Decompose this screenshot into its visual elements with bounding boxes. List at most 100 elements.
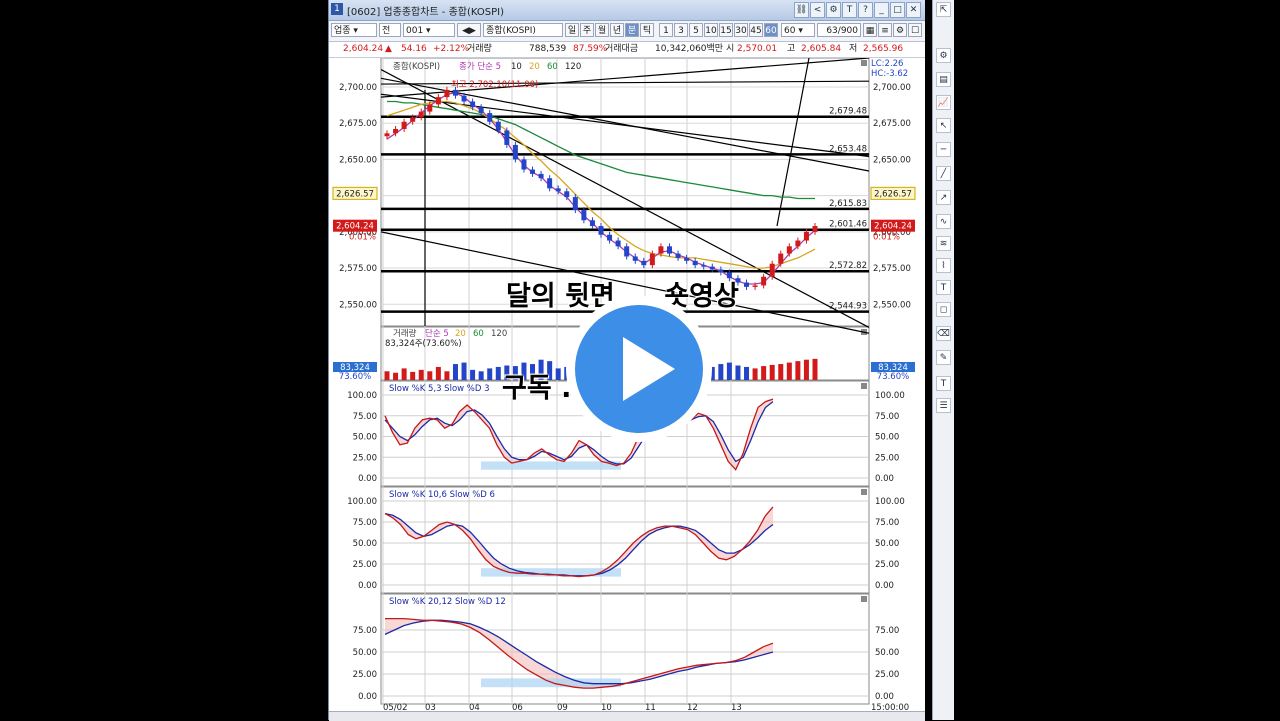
minute-15[interactable]: 15 bbox=[719, 23, 733, 37]
y-tick-label: 2,675.00 bbox=[339, 119, 377, 129]
candle-body bbox=[555, 188, 561, 192]
ma-legend-item: 120 bbox=[565, 62, 581, 72]
period-day[interactable]: 일 bbox=[565, 23, 579, 37]
volume-bar bbox=[718, 364, 724, 380]
minute-select-value: 60 bbox=[784, 26, 796, 36]
minute-10[interactable]: 10 bbox=[704, 23, 718, 37]
volume-bar bbox=[761, 366, 767, 380]
prev-button[interactable]: < bbox=[810, 2, 825, 18]
period-tick[interactable]: 틱 bbox=[640, 23, 654, 37]
period-year[interactable]: 년 bbox=[610, 23, 624, 37]
candle-body bbox=[607, 234, 613, 241]
zoom-icon[interactable]: ⚙ bbox=[936, 48, 951, 63]
eraser-icon[interactable]: ⌫ bbox=[936, 326, 951, 341]
volume-bar bbox=[803, 359, 809, 380]
minute-30[interactable]: 30 bbox=[734, 23, 748, 37]
minute-1[interactable]: 1 bbox=[659, 23, 673, 37]
help-button[interactable]: ? bbox=[858, 2, 873, 18]
trendline-icon[interactable]: ╱ bbox=[936, 166, 951, 181]
candle-body bbox=[547, 178, 553, 189]
quote-change-pct: +2.12% bbox=[433, 44, 470, 54]
lc-label: LC:2.26 bbox=[871, 59, 903, 69]
grid-icon[interactable]: ▦ bbox=[863, 23, 877, 37]
candle-body bbox=[384, 133, 390, 137]
code-mode-select[interactable]: 전 bbox=[379, 23, 401, 37]
hline-icon[interactable]: ─ bbox=[936, 142, 951, 157]
osc-y-tick: 50.00 bbox=[353, 648, 377, 658]
text-tool-side-icon[interactable]: T bbox=[936, 376, 951, 391]
period-week[interactable]: 주 bbox=[580, 23, 594, 37]
minute-45[interactable]: 45 bbox=[749, 23, 763, 37]
candle-body bbox=[812, 226, 818, 232]
close-icon[interactable]: ✕ bbox=[906, 2, 921, 18]
quote-low: 2,565.96 bbox=[863, 44, 904, 54]
quote-volume-pct: 87.59% bbox=[573, 44, 608, 54]
candle-body bbox=[393, 128, 399, 134]
play-button[interactable] bbox=[566, 296, 712, 442]
volume-bar bbox=[401, 368, 407, 380]
settings-gear-icon[interactable]: ⚙ bbox=[893, 23, 907, 37]
code-input[interactable]: 001 ▾ bbox=[403, 23, 455, 37]
title-bar[interactable]: 1 [0602] 업종종합차트 - 종합(KOSPI) ⛓ < ⚙ T ? _ … bbox=[329, 0, 925, 21]
candle-body bbox=[572, 197, 578, 211]
volume-bar bbox=[726, 362, 732, 380]
play-circle bbox=[575, 305, 703, 433]
period-minute[interactable]: 분 bbox=[625, 23, 639, 37]
candle-body bbox=[470, 101, 476, 108]
list-side-icon[interactable]: ☰ bbox=[936, 398, 951, 413]
type-select[interactable]: 업종 ▾ bbox=[331, 23, 377, 37]
pointer-icon[interactable]: ↖ bbox=[936, 118, 951, 133]
panel-toggle-icon bbox=[861, 596, 867, 602]
ma-legend-item: 10 bbox=[511, 62, 522, 72]
osc-y-tick-right: 25.00 bbox=[875, 670, 899, 680]
name-select[interactable]: 종합(KOSPI) bbox=[483, 23, 563, 37]
ray-icon[interactable]: ↗ bbox=[936, 190, 951, 205]
text-icon[interactable]: T bbox=[936, 280, 951, 295]
minute-3[interactable]: 3 bbox=[674, 23, 688, 37]
channel-icon[interactable]: ≋ bbox=[936, 236, 951, 251]
period-month[interactable]: 월 bbox=[595, 23, 609, 37]
osc-y-tick: 0.00 bbox=[358, 692, 377, 702]
minute-5[interactable]: 5 bbox=[689, 23, 703, 37]
osc-y-tick-right: 100.00 bbox=[875, 391, 905, 401]
fib-icon[interactable]: ⌇ bbox=[936, 258, 951, 273]
window-number-icon: 1 bbox=[331, 3, 343, 15]
y-tick-label-right: 2,575.00 bbox=[873, 264, 911, 274]
link-icon[interactable]: ⛓ bbox=[794, 2, 809, 18]
osc-y-tick-right: 100.00 bbox=[875, 497, 905, 507]
osc-legend: Slow %K 10,6 Slow %D 6 bbox=[389, 490, 495, 500]
osc-y-tick: 100.00 bbox=[347, 497, 377, 507]
candle-body bbox=[778, 253, 784, 264]
candle-body bbox=[666, 246, 672, 254]
quote-change: 54.16 bbox=[401, 44, 427, 54]
maximize-icon[interactable]: □ bbox=[890, 2, 905, 18]
list-icon[interactable]: ≡ bbox=[878, 23, 892, 37]
chart-icon[interactable]: 📈 bbox=[936, 95, 951, 110]
cursor-icon[interactable]: ⇱ bbox=[936, 2, 951, 17]
text-tool-icon[interactable]: T bbox=[842, 2, 857, 18]
volume-label: 83,324주(73.60%) bbox=[385, 339, 462, 349]
wave-icon[interactable]: ∿ bbox=[936, 214, 951, 229]
window-title: [0602] 업종종합차트 - 종합(KOSPI) bbox=[347, 7, 505, 18]
pen-icon[interactable]: ✎ bbox=[936, 350, 951, 365]
count-input[interactable]: 63/900 bbox=[817, 23, 861, 37]
fit-icon[interactable]: ▤ bbox=[936, 72, 951, 87]
ma-legend-item: 20 bbox=[529, 62, 540, 72]
osc-y-tick: 75.00 bbox=[353, 412, 377, 422]
minute-60[interactable]: 60 bbox=[764, 23, 778, 37]
osc-y-tick: 25.00 bbox=[353, 453, 377, 463]
arrow-buttons[interactable]: ◀▶ bbox=[457, 23, 481, 37]
shape-icon[interactable]: ◻ bbox=[936, 302, 951, 317]
volume-bar bbox=[795, 361, 801, 380]
minimize-icon[interactable]: _ bbox=[874, 2, 889, 18]
candle-body bbox=[495, 121, 501, 131]
checkbox-icon[interactable]: ☐ bbox=[908, 23, 922, 37]
settings-icon[interactable]: ⚙ bbox=[826, 2, 841, 18]
minute-select[interactable]: 60 ▾ bbox=[781, 23, 815, 37]
osc-y-tick-right: 0.00 bbox=[875, 692, 894, 702]
osc-y-tick-right: 0.00 bbox=[875, 581, 894, 591]
ma-legend-item: 종가 단순 5 bbox=[459, 61, 501, 72]
volume-bar bbox=[470, 369, 476, 380]
volume-legend-item: 120 bbox=[491, 329, 507, 339]
osc-y-tick: 25.00 bbox=[353, 670, 377, 680]
